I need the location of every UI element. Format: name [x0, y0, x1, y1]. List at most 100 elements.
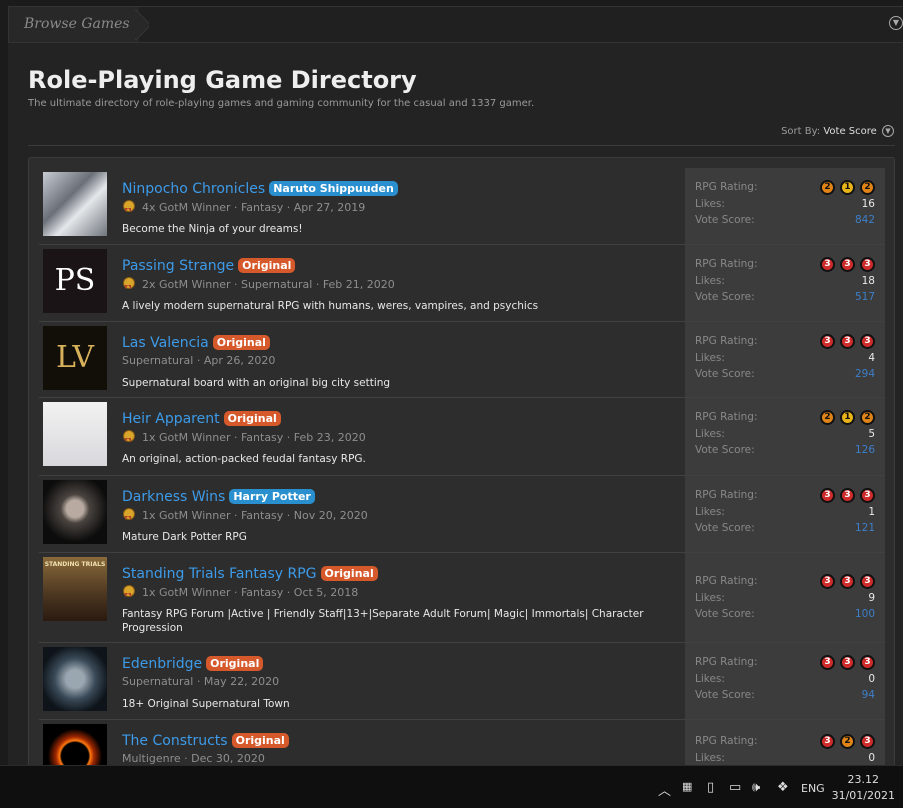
breadcrumb-browse-games[interactable]: Browse Games: [9, 7, 139, 42]
main-content: Role-Playing Game Directory The ultimate…: [8, 43, 903, 777]
game-meta-text: Supernatural · May 22, 2020: [122, 675, 280, 688]
chevron-down-icon[interactable]: ▼: [882, 125, 894, 137]
sort-control[interactable]: Sort By: Vote Score ▼: [781, 125, 894, 137]
game-thumbnail[interactable]: [43, 480, 107, 544]
vote-score-label: Vote Score:: [695, 444, 755, 456]
sort-value[interactable]: Vote Score: [823, 126, 876, 137]
likes-label: Likes:: [695, 673, 725, 685]
rating-circle: 3: [820, 574, 835, 589]
rating-circle: 1: [840, 410, 855, 425]
genre-badge[interactable]: Original: [238, 258, 296, 273]
rpg-rating: 333: [820, 488, 875, 503]
chevron-up-icon[interactable]: ︿: [658, 780, 671, 799]
game-row[interactable]: LV Las Valencia Original Supernatural · Apr…: [39, 322, 885, 398]
genre-badge[interactable]: Original: [206, 656, 264, 671]
game-stats: RPG Rating: 2 1 2 Likes: 16 Vote Score: 842: [685, 168, 885, 244]
usb-icon[interactable]: ▯: [707, 780, 714, 795]
game-meta-text: 1x GotM Winner · Fantasy · Oct 5, 2018: [142, 586, 359, 599]
game-row[interactable]: Heir Apparent Original 1x GotM Winner · Fa…: [39, 398, 885, 476]
breadcrumb-arrow: [135, 7, 149, 42]
vote-score-value[interactable]: 126: [855, 444, 875, 456]
game-list: Ninpocho Chronicles Naruto Shippuuden 4x G…: [39, 168, 885, 776]
likes-label: Likes:: [695, 275, 725, 287]
game-thumbnail[interactable]: LV: [43, 326, 107, 390]
game-title-link[interactable]: The Constructs: [122, 733, 228, 749]
likes-label: Likes:: [695, 428, 725, 440]
likes-value: 18: [861, 275, 875, 287]
game-stats: RPG Rating: 3 3 3 Likes: 1 Vote Score: 121: [685, 476, 885, 552]
game-description: A lively modern supernatural RPG with hu…: [122, 300, 539, 312]
rating-label: RPG Rating:: [695, 181, 758, 193]
genre-badge[interactable]: Harry Potter: [229, 489, 315, 504]
likes-value: 5: [868, 428, 875, 440]
game-stats: RPG Rating: 3 3 3 Likes: 0 Vote Score: 94: [685, 643, 885, 719]
rating-circle: 3: [860, 334, 875, 349]
rating-label: RPG Rating:: [695, 411, 758, 423]
likes-label: Likes:: [695, 506, 725, 518]
game-row[interactable]: Ninpocho Chronicles Naruto Shippuuden 4x G…: [39, 168, 885, 245]
vote-score-value[interactable]: 121: [855, 522, 875, 534]
rpg-rating: 333: [820, 257, 875, 272]
vote-score-label: Vote Score:: [695, 368, 755, 380]
chevron-down-icon[interactable]: ▼: [889, 16, 903, 30]
genre-badge[interactable]: Original: [223, 411, 281, 426]
game-description: An original, action-packed feudal fantas…: [122, 453, 366, 465]
vote-score-value[interactable]: 842: [855, 214, 875, 226]
rating-circle: 3: [820, 334, 835, 349]
rating-circle: 3: [820, 257, 835, 272]
game-thumbnail[interactable]: [43, 647, 107, 711]
game-stats: RPG Rating: 2 1 2 Likes: 5 Vote Score: 126: [685, 398, 885, 475]
vote-score-value[interactable]: 294: [855, 368, 875, 380]
game-thumbnail[interactable]: [43, 172, 107, 236]
rating-circle: 3: [860, 734, 875, 749]
rating-circle: 3: [820, 655, 835, 670]
game-thumbnail[interactable]: PS: [43, 249, 107, 313]
vote-score-value[interactable]: 94: [862, 689, 875, 701]
genre-badge[interactable]: Original: [320, 566, 378, 581]
vote-score-value[interactable]: 517: [855, 291, 875, 303]
clock[interactable]: 23.12 31/01/2021: [832, 772, 895, 804]
rating-label: RPG Rating:: [695, 489, 758, 501]
game-meta-text: Supernatural · Apr 26, 2020: [122, 354, 276, 367]
rating-circle: 3: [840, 655, 855, 670]
rating-circle: 3: [860, 655, 875, 670]
game-meta: Supernatural · Apr 26, 2020: [122, 354, 682, 368]
keyboard-icon[interactable]: ▦: [682, 780, 692, 793]
game-thumbnail[interactable]: [43, 402, 107, 466]
game-row[interactable]: PS Passing Strange Original 2x GotM Winner …: [39, 245, 885, 322]
game-thumbnail[interactable]: STANDING TRIALS: [43, 557, 107, 621]
language-indicator[interactable]: ENG: [801, 782, 825, 795]
vote-score-value[interactable]: 100: [855, 608, 875, 620]
game-title-link[interactable]: Passing Strange: [122, 258, 234, 274]
rating-circle: 3: [820, 488, 835, 503]
dropbox-icon[interactable]: ❖: [777, 780, 789, 795]
rating-label: RPG Rating:: [695, 335, 758, 347]
game-description: Fantasy RPG Forum |Active | Friendly Sta…: [122, 608, 644, 634]
likes-value: 4: [868, 352, 875, 364]
game-title-link[interactable]: Edenbridge: [122, 656, 202, 672]
game-title-link[interactable]: Heir Apparent: [122, 411, 220, 427]
genre-badge[interactable]: Original: [231, 733, 289, 748]
award-icon: [122, 585, 135, 599]
rpg-rating: 333: [820, 574, 875, 589]
game-row[interactable]: Edenbridge Original Supernatural · May 22,…: [39, 643, 885, 720]
network-icon[interactable]: ▭: [729, 780, 741, 795]
rating-circle: 2: [840, 734, 855, 749]
game-description: 18+ Original Supernatural Town: [122, 698, 290, 710]
game-meta-text: 1x GotM Winner · Fantasy · Nov 20, 2020: [142, 509, 368, 522]
game-meta-text: Multigenre · Dec 30, 2020: [122, 752, 265, 765]
game-row[interactable]: STANDING TRIALS Standing Trials Fantasy R…: [39, 553, 885, 643]
likes-value: 9: [868, 592, 875, 604]
genre-badge[interactable]: Naruto Shippuuden: [269, 181, 398, 196]
game-row[interactable]: Darkness Wins Harry Potter 1x GotM Winner …: [39, 476, 885, 553]
rating-circle: 3: [840, 257, 855, 272]
game-description: Become the Ninja of your dreams!: [122, 223, 303, 235]
genre-badge[interactable]: Original: [212, 335, 270, 350]
game-title-link[interactable]: Darkness Wins: [122, 489, 225, 505]
game-title-link[interactable]: Standing Trials Fantasy RPG: [122, 566, 317, 582]
rating-label: RPG Rating:: [695, 735, 758, 747]
speaker-icon[interactable]: 🕪: [752, 780, 760, 795]
award-icon: [122, 277, 135, 291]
game-title-link[interactable]: Ninpocho Chronicles: [122, 181, 265, 197]
game-title-link[interactable]: Las Valencia: [122, 335, 209, 351]
